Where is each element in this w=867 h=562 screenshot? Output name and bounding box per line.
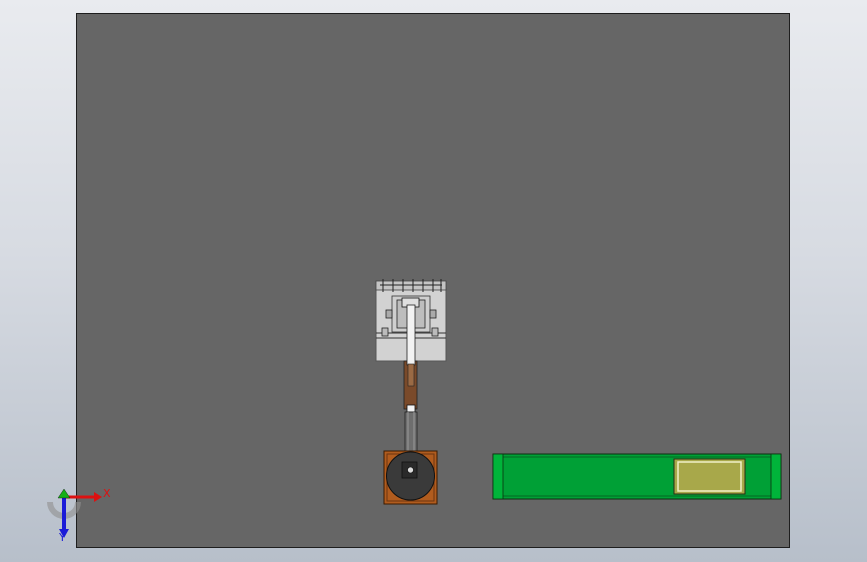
base-plate[interactable] [76, 13, 790, 548]
x-axis-label: X [103, 487, 111, 500]
y-axis-label: Y [59, 531, 66, 544]
triad-graphic [47, 488, 102, 538]
graphics-viewport[interactable]: X Y [0, 0, 867, 562]
coordinate-triad: X Y [44, 480, 124, 550]
